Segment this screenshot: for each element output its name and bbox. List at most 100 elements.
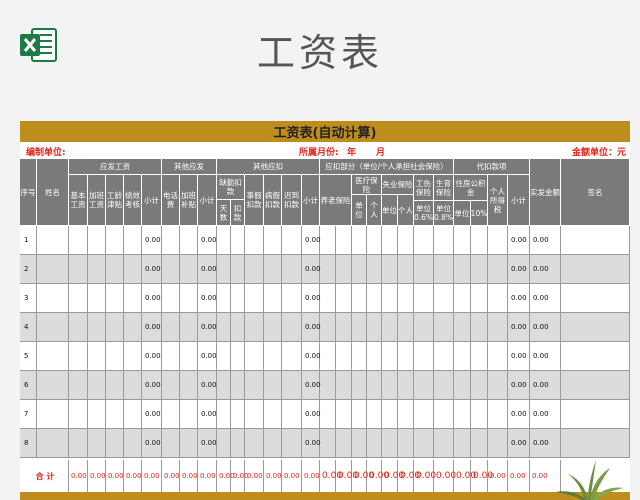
cell-payable-subtotal[interactable]: 0.00 xyxy=(142,284,162,313)
table-cell[interactable] xyxy=(382,400,398,429)
cell-other-subtotal[interactable]: 0.00 xyxy=(198,255,217,284)
table-cell[interactable] xyxy=(245,371,264,400)
table-cell[interactable] xyxy=(124,284,142,313)
table-cell[interactable] xyxy=(352,284,367,313)
cell-withhold-subtotal[interactable]: 0.00 xyxy=(508,371,530,400)
table-cell[interactable] xyxy=(352,342,367,371)
table-cell[interactable] xyxy=(88,371,106,400)
table-cell[interactable] xyxy=(282,255,302,284)
table-cell[interactable] xyxy=(162,400,180,429)
table-cell[interactable] xyxy=(264,284,282,313)
cell-withhold-subtotal[interactable]: 0.00 xyxy=(508,226,530,255)
cell-seq[interactable]: 2 xyxy=(20,255,37,284)
table-cell[interactable] xyxy=(336,284,352,313)
table-cell[interactable] xyxy=(88,226,106,255)
cell-payable-subtotal[interactable]: 0.00 xyxy=(142,255,162,284)
table-cell[interactable] xyxy=(320,429,336,458)
table-cell[interactable] xyxy=(106,342,124,371)
table-cell[interactable] xyxy=(352,226,367,255)
table-cell[interactable] xyxy=(454,226,471,255)
table-cell[interactable] xyxy=(245,400,264,429)
table-cell[interactable] xyxy=(320,400,336,429)
table-cell[interactable] xyxy=(454,313,471,342)
table-cell[interactable] xyxy=(367,313,382,342)
table-cell[interactable] xyxy=(245,313,264,342)
cell-deduct-subtotal[interactable]: 0.00 xyxy=(302,429,321,458)
table-cell[interactable] xyxy=(88,400,106,429)
table-cell[interactable] xyxy=(106,226,124,255)
table-cell[interactable] xyxy=(180,429,198,458)
cell-withhold-subtotal[interactable]: 0.00 xyxy=(508,429,530,458)
table-cell[interactable] xyxy=(88,342,106,371)
table-cell[interactable] xyxy=(245,342,264,371)
table-cell[interactable] xyxy=(414,342,434,371)
cell-other-subtotal[interactable]: 0.00 xyxy=(198,371,217,400)
table-cell[interactable] xyxy=(37,371,69,400)
table-cell[interactable] xyxy=(282,313,302,342)
table-cell[interactable] xyxy=(217,226,231,255)
table-cell[interactable] xyxy=(454,255,471,284)
table-cell[interactable] xyxy=(561,342,630,371)
table-cell[interactable] xyxy=(180,400,198,429)
table-cell[interactable] xyxy=(398,313,414,342)
table-cell[interactable] xyxy=(367,429,382,458)
table-cell[interactable] xyxy=(231,429,245,458)
cell-deduct-subtotal[interactable]: 0.00 xyxy=(302,313,321,342)
table-cell[interactable] xyxy=(367,400,382,429)
table-cell[interactable] xyxy=(398,371,414,400)
table-cell[interactable] xyxy=(106,400,124,429)
cell-seq[interactable]: 6 xyxy=(20,371,37,400)
table-cell[interactable] xyxy=(320,313,336,342)
table-cell[interactable] xyxy=(217,313,231,342)
table-cell[interactable] xyxy=(488,226,508,255)
table-cell[interactable] xyxy=(88,313,106,342)
table-cell[interactable] xyxy=(162,255,180,284)
table-cell[interactable] xyxy=(382,342,398,371)
table-cell[interactable] xyxy=(69,371,88,400)
table-cell[interactable] xyxy=(382,313,398,342)
table-cell[interactable] xyxy=(162,342,180,371)
table-cell[interactable] xyxy=(398,255,414,284)
table-cell[interactable] xyxy=(336,371,352,400)
cell-seq[interactable]: 1 xyxy=(20,226,37,255)
table-cell[interactable] xyxy=(336,342,352,371)
table-cell[interactable] xyxy=(124,313,142,342)
table-cell[interactable] xyxy=(414,313,434,342)
table-cell[interactable] xyxy=(37,429,69,458)
table-cell[interactable] xyxy=(245,429,264,458)
cell-deduct-subtotal[interactable]: 0.00 xyxy=(302,371,321,400)
table-cell[interactable] xyxy=(336,255,352,284)
cell-other-subtotal[interactable]: 0.00 xyxy=(198,313,217,342)
table-cell[interactable] xyxy=(471,284,488,313)
table-cell[interactable] xyxy=(69,429,88,458)
table-cell[interactable] xyxy=(37,342,69,371)
table-cell[interactable] xyxy=(180,226,198,255)
table-cell[interactable] xyxy=(264,400,282,429)
cell-withhold-subtotal[interactable]: 0.00 xyxy=(508,400,530,429)
cell-net[interactable]: 0.00 xyxy=(530,400,561,429)
table-cell[interactable] xyxy=(414,400,434,429)
table-cell[interactable] xyxy=(282,284,302,313)
table-cell[interactable] xyxy=(217,400,231,429)
table-cell[interactable] xyxy=(69,226,88,255)
cell-other-subtotal[interactable]: 0.00 xyxy=(198,226,217,255)
table-cell[interactable] xyxy=(217,429,231,458)
table-cell[interactable] xyxy=(488,342,508,371)
table-cell[interactable] xyxy=(282,371,302,400)
table-cell[interactable] xyxy=(124,371,142,400)
table-cell[interactable] xyxy=(69,284,88,313)
table-cell[interactable] xyxy=(162,371,180,400)
table-cell[interactable] xyxy=(561,255,630,284)
table-cell[interactable] xyxy=(69,400,88,429)
table-cell[interactable] xyxy=(434,371,454,400)
cell-seq[interactable]: 8 xyxy=(20,429,37,458)
table-cell[interactable] xyxy=(471,342,488,371)
table-cell[interactable] xyxy=(231,371,245,400)
cell-net[interactable]: 0.00 xyxy=(530,255,561,284)
cell-net[interactable]: 0.00 xyxy=(530,284,561,313)
table-cell[interactable] xyxy=(561,313,630,342)
table-cell[interactable] xyxy=(434,255,454,284)
table-cell[interactable] xyxy=(382,284,398,313)
table-cell[interactable] xyxy=(561,226,630,255)
table-cell[interactable] xyxy=(471,313,488,342)
